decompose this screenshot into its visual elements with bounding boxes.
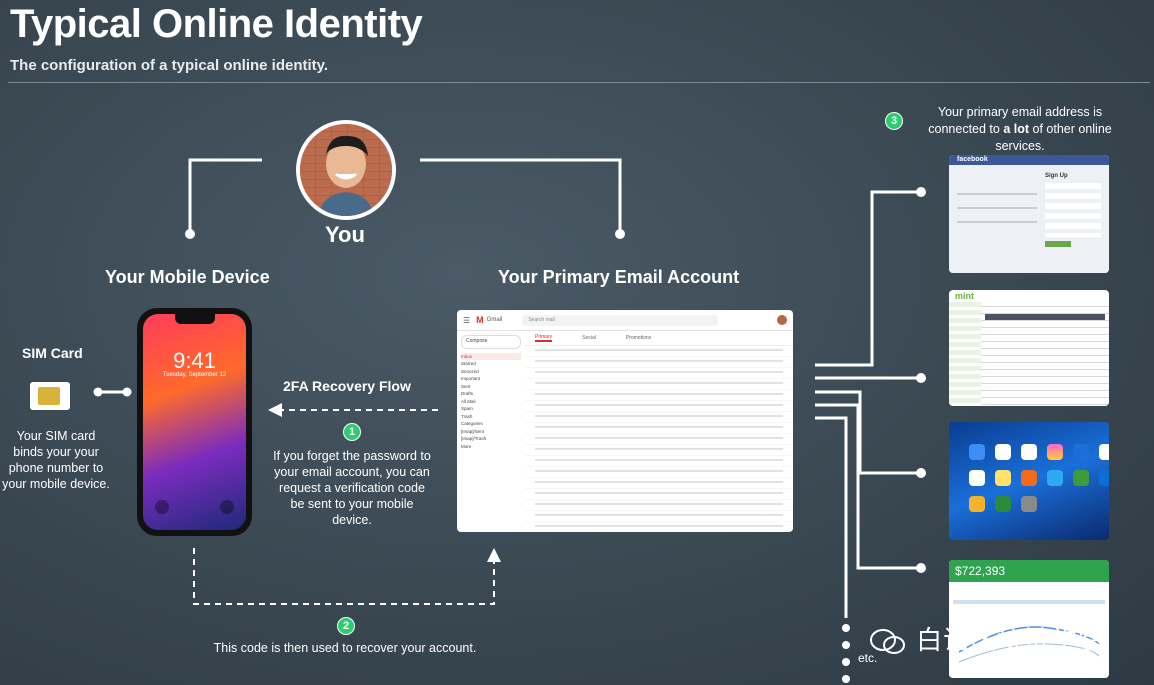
gmail-message-list <box>525 346 793 531</box>
app-icon <box>1073 444 1089 460</box>
step-1-badge: 1 <box>343 423 361 441</box>
gmail-nav-item: Starred <box>461 361 476 366</box>
gmail-nav-item: [Imap]/Trash <box>461 436 487 441</box>
gmail-nav-item: More <box>461 443 472 449</box>
gmail-search-placeholder: Search mail <box>528 316 555 323</box>
gmail-tab: Primary <box>535 334 553 342</box>
app-icon <box>1021 444 1037 460</box>
gmail-nav-item: Sent <box>461 383 471 389</box>
ipad-screenshot <box>949 422 1109 540</box>
finance-amount: $722,393 <box>949 560 1109 582</box>
gmail-logo: M <box>476 315 484 325</box>
app-icon <box>1021 470 1037 486</box>
app-icon <box>995 496 1011 512</box>
app-icon <box>969 470 985 486</box>
phone-image: 9:41 Tuesday, September 12 <box>137 308 252 536</box>
facebook-screenshot: facebook Sign Up <box>949 155 1109 273</box>
step-3-text: Your primary email address is connected … <box>910 104 1130 155</box>
flashlight-icon <box>155 500 169 514</box>
email-account-heading: Your Primary Email Account <box>498 267 740 287</box>
watermark: 白话区块链学堂 <box>868 620 1105 657</box>
mint-screenshot: mint <box>949 290 1109 406</box>
gmail-screenshot: ☰ M Gmail Search mail Compose Inbox Star… <box>457 310 793 532</box>
app-icon <box>995 444 1011 460</box>
gmail-nav-item: Drafts <box>461 391 474 396</box>
app-icon <box>1047 444 1063 460</box>
app-icon <box>1021 496 1037 512</box>
app-icon <box>1073 470 1089 486</box>
gmail-compose-label: Compose <box>466 338 488 344</box>
app-icon <box>969 496 985 512</box>
step-3-text-bold: a lot <box>1003 122 1030 136</box>
gmail-nav-item: Trash <box>461 413 473 419</box>
you-label: You <box>325 222 365 247</box>
menu-icon: ☰ <box>463 315 471 325</box>
gmail-nav-item: Snoozed <box>461 368 479 374</box>
gmail-nav-item: Inbox <box>461 352 521 360</box>
app-icon <box>995 470 1011 486</box>
app-icon <box>969 444 985 460</box>
avatar <box>296 120 396 220</box>
facebook-signup: Sign Up <box>1045 173 1068 179</box>
sim-card-caption: Your SIM card binds your your phone numb… <box>2 429 110 491</box>
gmail-nav-item: [Imap]/Sent <box>461 428 485 434</box>
gmail-avatar <box>777 315 787 325</box>
person-icon <box>300 124 392 216</box>
app-icon <box>1099 444 1109 460</box>
facebook-brand: facebook <box>949 155 1109 165</box>
gmail-compose-button: Compose <box>461 335 521 349</box>
mint-brand: mint <box>955 291 974 301</box>
phone-time: 9:41 <box>173 348 216 373</box>
phone-date: Tuesday, September 12 <box>162 372 227 378</box>
app-icon <box>1099 470 1109 486</box>
page-subtitle: The configuration of a typical online id… <box>10 57 329 74</box>
page-title: Typical Online Identity <box>10 2 423 46</box>
gmail-nav-item: Spam <box>461 406 473 411</box>
recovery-flow-title: 2FA Recovery Flow <box>283 378 411 394</box>
step-1-text: If you forget the password to your email… <box>273 449 431 527</box>
wechat-icon <box>868 627 908 657</box>
gmail-nav-item: All Mail <box>461 398 476 404</box>
gmail-search-bar: Search mail <box>522 314 719 326</box>
gmail-nav-item: Important <box>461 376 481 381</box>
header-divider <box>8 82 1150 83</box>
app-icon <box>1047 470 1063 486</box>
sim-card-icon <box>30 382 70 410</box>
gmail-tab: Social <box>582 335 596 341</box>
step-3-badge: 3 <box>885 112 903 130</box>
gmail-app-name: Gmail <box>486 317 503 323</box>
mobile-device-heading: Your Mobile Device <box>105 267 270 287</box>
sim-card-heading: SIM Card <box>22 345 83 361</box>
watermark-text: 白话区块链学堂 <box>916 625 1106 655</box>
gmail-tab: Promotions <box>625 335 652 341</box>
camera-icon <box>220 500 234 514</box>
finance-screenshot: $722,393 <box>949 560 1109 678</box>
gmail-nav-item: Categories <box>461 421 483 426</box>
step-2-text: This code is then used to recover your a… <box>213 641 477 655</box>
step-2-badge: 2 <box>337 617 355 635</box>
